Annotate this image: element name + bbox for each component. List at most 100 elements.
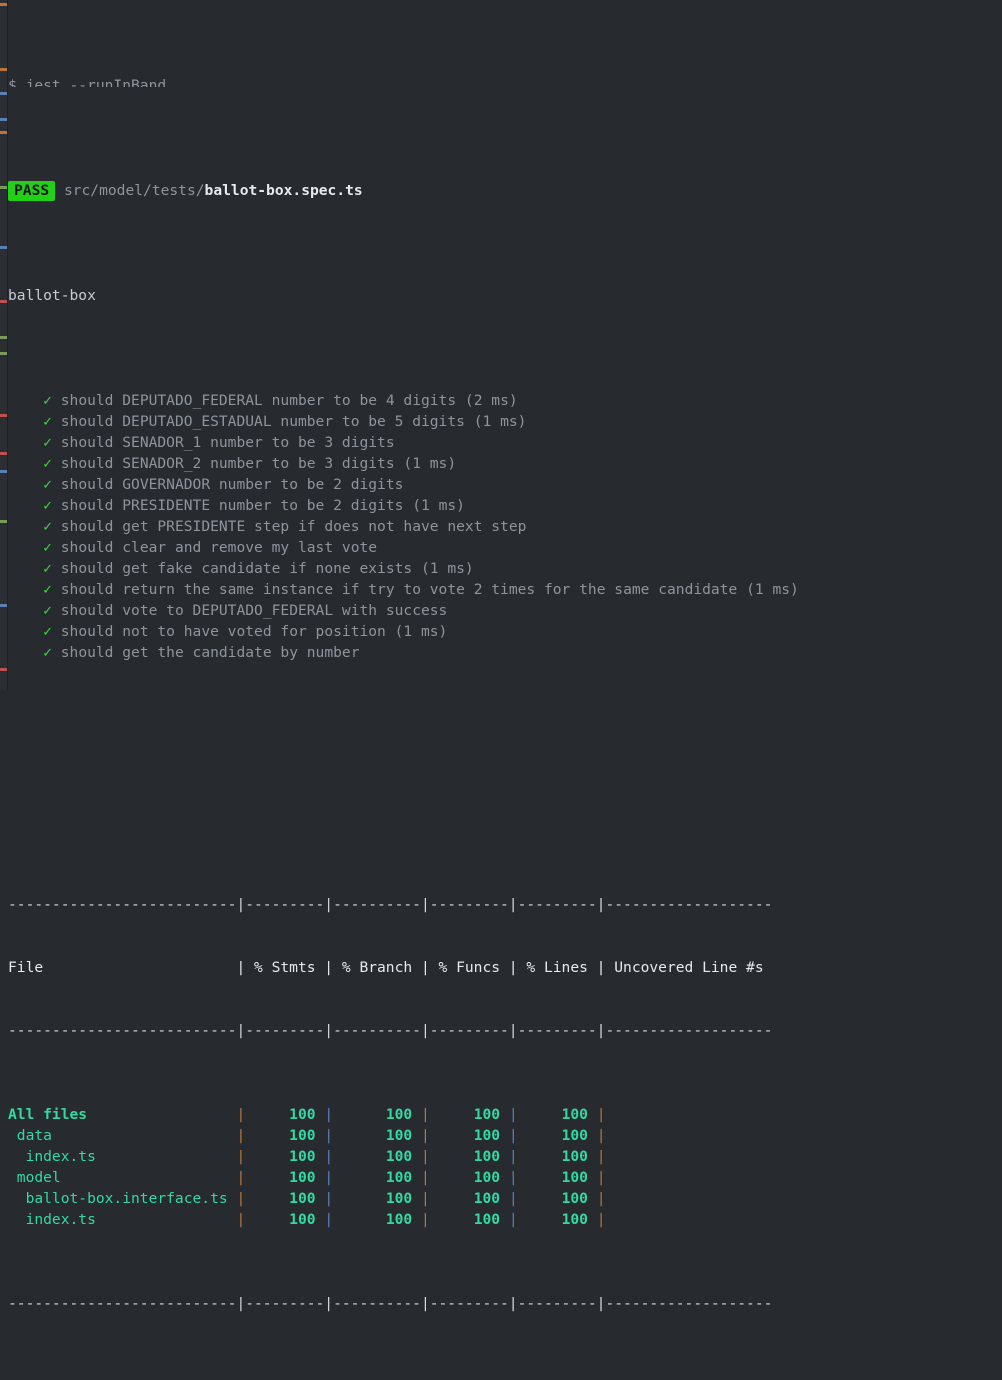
overview-ruler-mark — [0, 186, 7, 189]
test-gap — [52, 476, 61, 493]
coverage-file-name[interactable]: data — [8, 1127, 228, 1144]
test-indent — [8, 560, 43, 577]
coverage-col-separator: | — [227, 1169, 246, 1186]
test-file-path[interactable]: src/model/tests/ — [64, 182, 205, 199]
coverage-stmts: 100 — [245, 1127, 316, 1144]
test-gap — [52, 560, 61, 577]
coverage-rule-line-bottom: --------------------------|---------|---… — [8, 1295, 773, 1312]
test-pass-check-icon: ✓ — [43, 644, 52, 661]
test-indent — [8, 392, 43, 409]
overview-ruler-gutter[interactable] — [0, 0, 8, 690]
coverage-funcs: 100 — [429, 1106, 501, 1123]
test-case-row: ✓ should not to have voted for position … — [8, 621, 1002, 642]
overview-ruler-mark — [0, 414, 7, 417]
coverage-file-name[interactable]: index.ts — [8, 1148, 228, 1165]
test-case-duration: (1 ms) — [385, 623, 448, 640]
test-pass-check-icon: ✓ — [43, 539, 52, 556]
overview-ruler-mark — [0, 3, 7, 6]
coverage-lines: 100 — [517, 1127, 588, 1144]
test-case-list: ✓ should DEPUTADO_FEDERAL number to be 4… — [8, 390, 1002, 663]
test-gap — [52, 392, 61, 409]
coverage-stmts: 100 — [245, 1106, 316, 1123]
overview-ruler-mark — [0, 246, 7, 249]
coverage-funcs: 100 — [429, 1211, 501, 1228]
test-pass-check-icon: ✓ — [43, 497, 52, 514]
coverage-col-separator: | — [315, 1106, 334, 1123]
coverage-file-name[interactable]: model — [8, 1169, 228, 1186]
coverage-table-row: data | 100 | 100 | 100 | 100 | — [8, 1125, 1002, 1146]
test-case-label: should get the candidate by number — [60, 644, 360, 661]
overview-ruler-mark — [0, 68, 7, 71]
test-pass-check-icon: ✓ — [43, 560, 52, 577]
test-indent — [8, 518, 43, 535]
test-case-row: ✓ should GOVERNADOR number to be 2 digit… — [8, 474, 1002, 495]
path-spacer — [55, 182, 64, 199]
coverage-stmts: 100 — [245, 1190, 316, 1207]
coverage-stmts: 100 — [245, 1169, 316, 1186]
coverage-branch: 100 — [333, 1211, 413, 1228]
test-case-row: ✓ should SENADOR_2 number to be 3 digits… — [8, 453, 1002, 474]
prompt-text: $ jest --runInBand — [8, 77, 167, 87]
overview-ruler-mark — [0, 300, 7, 303]
coverage-table-row: index.ts | 100 | 100 | 100 | 100 | — [8, 1209, 1002, 1230]
test-case-duration: (1 ms) — [412, 560, 474, 577]
coverage-file-name[interactable]: index.ts — [8, 1211, 228, 1228]
overview-ruler-mark — [0, 668, 7, 671]
coverage-funcs: 100 — [429, 1190, 501, 1207]
test-case-row: ✓ should SENADOR_1 number to be 3 digits — [8, 432, 1002, 453]
coverage-rule-line-top: --------------------------|---------|---… — [8, 896, 773, 913]
test-pass-check-icon: ✓ — [43, 434, 52, 451]
coverage-funcs: 100 — [429, 1127, 501, 1144]
prompt-line: $ jest --runInBand — [8, 75, 1002, 87]
coverage-lines: 100 — [517, 1211, 588, 1228]
test-indent — [8, 602, 43, 619]
coverage-file-name[interactable]: ballot-box.interface.ts — [8, 1190, 228, 1207]
test-case-label: should PRESIDENTE number to be 2 digits — [60, 497, 404, 514]
coverage-col-separator: | — [315, 1190, 334, 1207]
coverage-col-separator: | — [500, 1190, 518, 1207]
coverage-col-separator: | — [500, 1148, 518, 1165]
coverage-funcs: 100 — [429, 1169, 501, 1186]
coverage-col-separator: | — [315, 1127, 334, 1144]
coverage-col-separator: | — [412, 1127, 430, 1144]
test-gap — [52, 434, 61, 451]
coverage-col-separator: | — [412, 1169, 430, 1186]
test-gap — [52, 623, 61, 640]
terminal-output-area[interactable]: $ jest --runInBand PASS src/model/tests/… — [8, 0, 1002, 1312]
coverage-col-separator: | — [227, 1190, 246, 1207]
test-pass-check-icon: ✓ — [43, 518, 52, 535]
test-case-label: should DEPUTADO_ESTADUAL number to be 5 … — [60, 413, 465, 430]
test-case-row: ✓ should DEPUTADO_ESTADUAL number to be … — [8, 411, 1002, 432]
test-case-row: ✓ should get fake candidate if none exis… — [8, 558, 1002, 579]
coverage-stmts: 100 — [245, 1148, 316, 1165]
test-case-label: should vote to DEPUTADO_FEDERAL with suc… — [60, 602, 448, 619]
test-gap — [52, 581, 61, 598]
test-case-label: should DEPUTADO_FEDERAL number to be 4 d… — [60, 392, 457, 409]
test-gap — [52, 455, 61, 472]
overview-ruler-mark — [0, 520, 7, 523]
test-case-label: should SENADOR_1 number to be 3 digits — [60, 434, 395, 451]
coverage-table-body: All files | 100 | 100 | 100 | 100 | data… — [8, 1104, 1002, 1230]
coverage-col-separator: | — [587, 1148, 606, 1165]
overview-ruler-mark — [0, 118, 7, 121]
coverage-funcs: 100 — [429, 1148, 501, 1165]
test-case-label: should clear and remove my last vote — [60, 539, 378, 556]
test-pass-check-icon: ✓ — [43, 623, 52, 640]
suite-name: ballot-box — [8, 287, 96, 304]
overview-ruler-mark — [0, 336, 7, 339]
test-indent — [8, 476, 43, 493]
status-badge: PASS — [8, 181, 56, 201]
test-indent — [8, 455, 43, 472]
coverage-rule-bottom: --------------------------|---------|---… — [8, 1293, 1002, 1314]
coverage-col-separator: | — [587, 1106, 606, 1123]
test-file-name[interactable]: ballot-box.spec.ts — [205, 182, 363, 199]
test-gap — [52, 602, 61, 619]
test-case-row: ✓ should clear and remove my last vote — [8, 537, 1002, 558]
test-case-label: should get fake candidate if none exists — [60, 560, 413, 577]
test-case-row: ✓ should get the candidate by number — [8, 642, 1002, 663]
coverage-col-separator: | — [500, 1106, 518, 1123]
coverage-file-name[interactable]: All files — [8, 1106, 228, 1123]
test-pass-check-icon: ✓ — [43, 581, 52, 598]
coverage-col-separator: | — [587, 1211, 606, 1228]
coverage-table-row: All files | 100 | 100 | 100 | 100 | — [8, 1104, 1002, 1125]
